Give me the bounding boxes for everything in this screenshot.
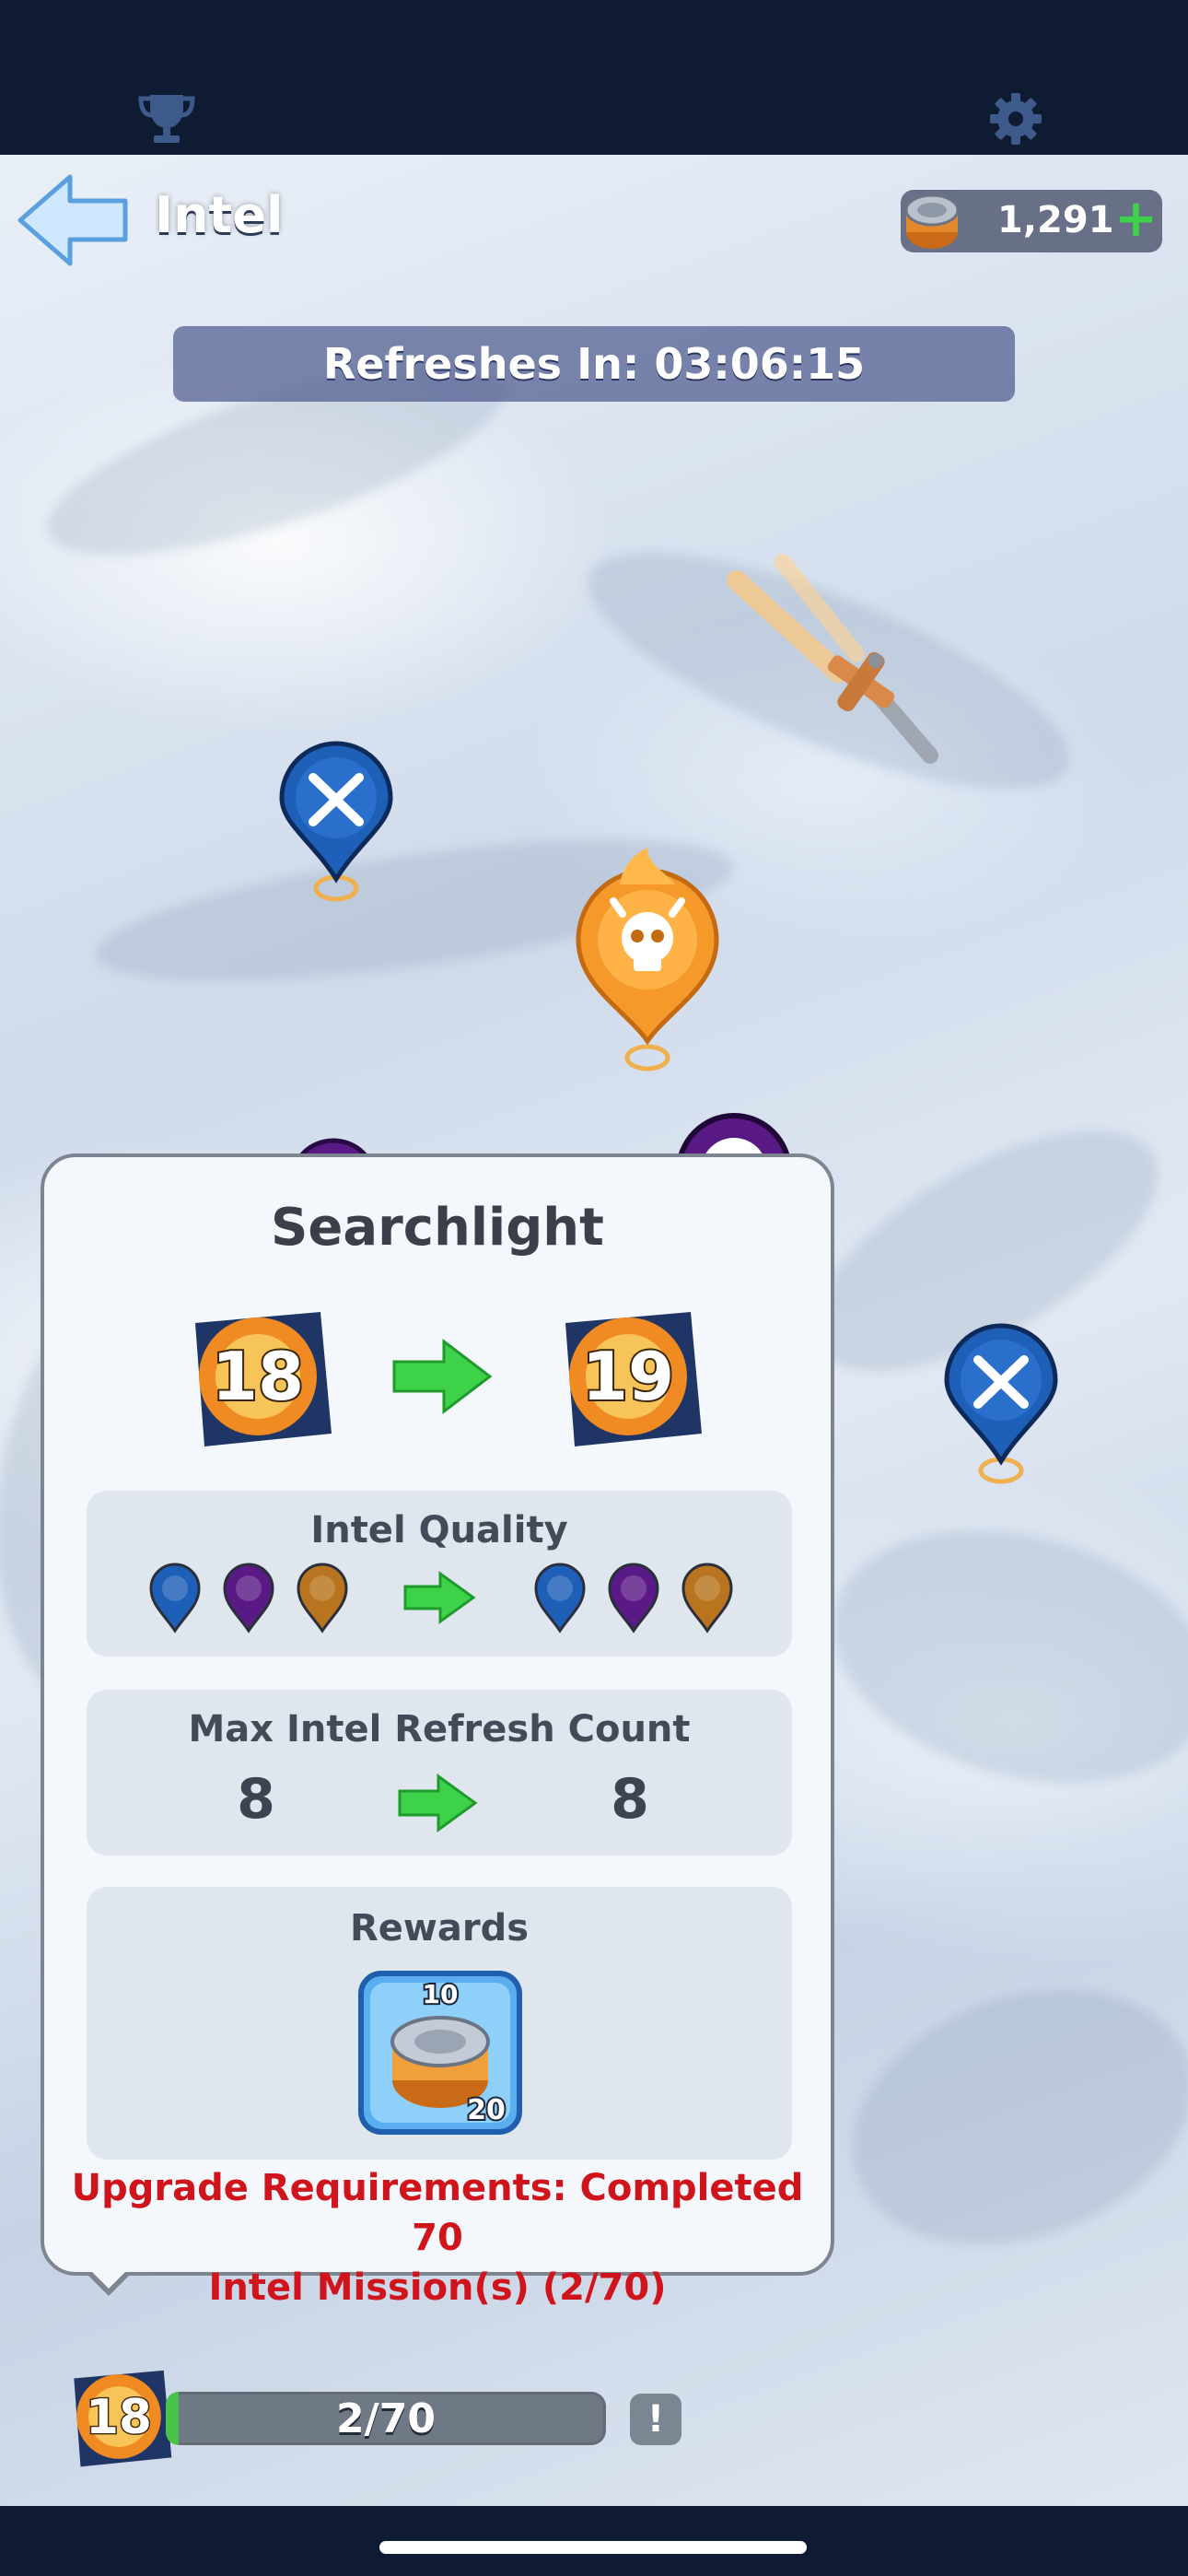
- arrow-right-icon: [402, 1570, 477, 1625]
- arrow-right-icon: [390, 1338, 494, 1415]
- searchlight-level-button[interactable]: 18: [61, 2359, 177, 2475]
- trophy-icon[interactable]: [134, 88, 199, 147]
- back-arrow-icon: [17, 174, 128, 266]
- currency-counter[interactable]: 1,291 +: [901, 190, 1162, 252]
- refresh-timer: Refreshes In: 03:06:15: [173, 326, 1015, 402]
- max-refresh-section: Max Intel Refresh Count 8 8: [87, 1690, 792, 1856]
- quality-pin-gold-icon: [295, 1561, 350, 1634]
- intel-quality-section: Intel Quality: [87, 1491, 792, 1657]
- rewards-section: Rewards 10 20: [87, 1887, 792, 2160]
- upgrade-popup: Searchlight 18 19 Intel Quality Max Inte…: [41, 1153, 834, 2309]
- requirement-line-2: Intel Mission(s) (2/70): [208, 2266, 667, 2309]
- quality-pin-purple-icon: [606, 1561, 661, 1634]
- airplane-icon: [700, 553, 939, 774]
- level-badge-to: 19: [547, 1295, 709, 1458]
- alert-button[interactable]: !: [630, 2394, 681, 2445]
- requirement-line-1: Upgrade Requirements: Completed 70: [71, 2167, 804, 2259]
- fuel-can-icon: [895, 184, 969, 258]
- boss-pin-gold[interactable]: [569, 848, 726, 1078]
- rewards-label: Rewards: [349, 1907, 530, 1950]
- max-refresh-from: 8: [237, 1767, 275, 1832]
- popup-title: Searchlight: [271, 1198, 604, 1258]
- battle-pin-blue[interactable]: [941, 1323, 1061, 1498]
- popup-tail-inner: [88, 2268, 129, 2289]
- svg-text:10: 10: [423, 1979, 459, 2009]
- battle-pin-blue[interactable]: [276, 741, 396, 916]
- home-indicator[interactable]: [379, 2541, 807, 2554]
- reward-item[interactable]: 10 20: [357, 1970, 523, 2136]
- add-currency-button[interactable]: +: [1114, 193, 1158, 245]
- currency-value: 1,291: [997, 199, 1114, 241]
- gear-icon[interactable]: [985, 88, 1046, 149]
- quality-pin-gold-icon: [680, 1561, 735, 1634]
- svg-text:18: 18: [86, 2390, 152, 2445]
- arrow-right-icon: [396, 1773, 479, 1833]
- screen-title: Intel: [155, 186, 284, 244]
- svg-text:20: 20: [467, 2094, 506, 2126]
- intel-quality-label: Intel Quality: [310, 1509, 568, 1551]
- quality-pin-blue-icon: [147, 1561, 203, 1634]
- svg-text:19: 19: [582, 1338, 674, 1415]
- level-badge-from: 18: [177, 1295, 339, 1458]
- back-button[interactable]: [13, 170, 133, 271]
- top-bar: [0, 0, 1188, 155]
- fuel-can-icon: 10 20: [358, 1971, 522, 2135]
- svg-text:18: 18: [212, 1338, 304, 1415]
- progress-text: 2/70: [336, 2395, 436, 2442]
- upgrade-requirements: Upgrade Requirements: Completed 70 Intel…: [44, 2163, 831, 2313]
- quality-pin-blue-icon: [532, 1561, 588, 1634]
- max-refresh-label: Max Intel Refresh Count: [188, 1708, 691, 1751]
- mission-progress-bar: 2/70: [166, 2392, 606, 2445]
- quality-pin-purple-icon: [221, 1561, 276, 1634]
- max-refresh-to: 8: [611, 1767, 649, 1832]
